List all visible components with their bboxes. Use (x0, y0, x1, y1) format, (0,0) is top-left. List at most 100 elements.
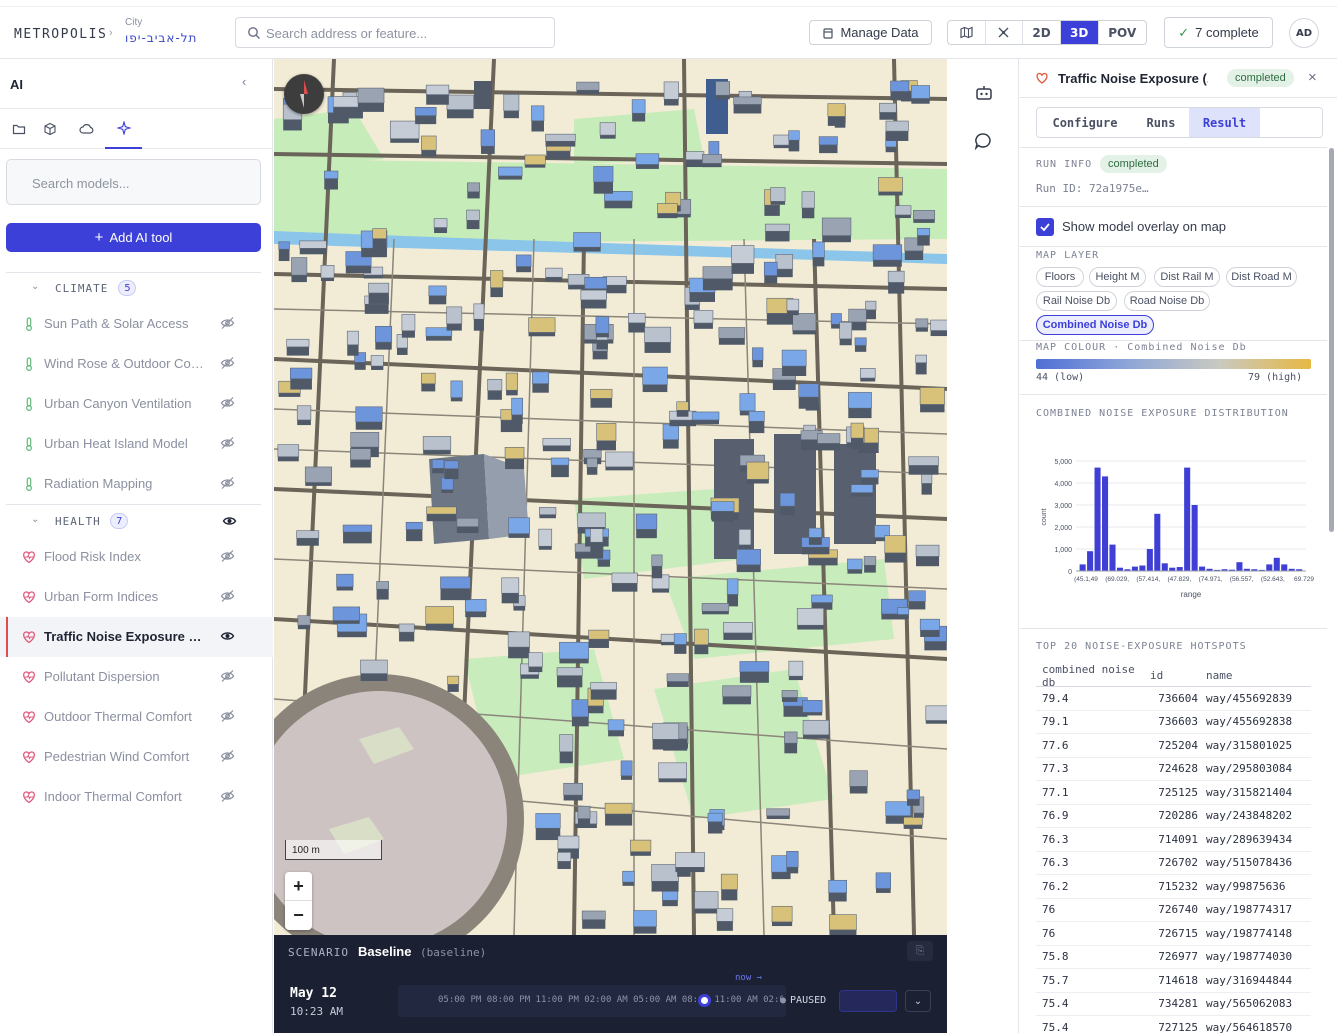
view-map-button[interactable] (948, 21, 986, 44)
histogram-bar[interactable] (1176, 567, 1183, 571)
table-row[interactable]: 79.4 736604 way/455692839 (1036, 687, 1311, 711)
histogram-bar[interactable] (1184, 467, 1191, 571)
zoom-in-button[interactable]: + (285, 872, 312, 901)
time-slider-handle[interactable] (698, 994, 711, 1007)
view-satellite-button[interactable] (986, 21, 1024, 44)
histogram-bar[interactable] (1281, 564, 1288, 571)
visibility-toggle[interactable] (220, 709, 235, 728)
chat-bubble-icon[interactable] (974, 132, 992, 150)
histogram-bar[interactable] (1273, 557, 1280, 571)
collapse-panel-chevron-icon[interactable]: ‹ (242, 74, 246, 89)
add-ai-tool-button[interactable]: + Add AI tool (6, 223, 261, 252)
histogram-bar[interactable] (1266, 564, 1273, 571)
group-header-health[interactable]: ⌄ HEALTH 7 (0, 510, 273, 534)
visibility-toggle[interactable] (220, 669, 235, 688)
compass-button[interactable] (284, 74, 324, 114)
layer-chip[interactable]: Dist Rail M (1154, 267, 1220, 287)
layer-chip[interactable]: Dist Road M (1226, 267, 1297, 287)
robot-icon[interactable] (975, 85, 993, 101)
city-selector[interactable]: תל-אביב-יפו (125, 31, 197, 45)
histogram-bar[interactable] (1199, 566, 1206, 571)
table-row[interactable]: 76 726740 way/198774317 (1036, 899, 1311, 922)
chevron-down-icon[interactable]: ⌄ (905, 990, 931, 1012)
histogram-bar[interactable] (1079, 564, 1086, 571)
column-header[interactable]: combined noise db (1036, 663, 1146, 689)
model-item[interactable]: Sun Path & Solar Access (0, 304, 273, 344)
table-row[interactable]: 79.1 736603 way/455692838 (1036, 711, 1311, 734)
model-item[interactable]: Pollutant Dispersion (0, 657, 273, 697)
model-item[interactable]: Indoor Thermal Comfort (0, 777, 273, 817)
visibility-toggle[interactable] (220, 589, 235, 608)
table-row[interactable]: 77.3 724628 way/295803084 (1036, 758, 1311, 781)
tab-ai-tools[interactable] (105, 109, 142, 149)
table-row[interactable]: 76.3 726702 way/515078436 (1036, 852, 1311, 875)
tab-configure[interactable]: Configure (1037, 108, 1133, 137)
histogram-bar[interactable] (1139, 565, 1146, 572)
time-slider[interactable]: 05:00 PM 08:00 PM 11:00 PM 02:00 AM 05:0… (398, 985, 786, 1017)
model-item[interactable]: Urban Form Indices (0, 577, 273, 617)
scenario-name[interactable]: Baseline (358, 944, 411, 959)
view-2d-button[interactable]: 2D (1023, 21, 1061, 44)
layer-chip[interactable]: Height M (1089, 267, 1146, 287)
visibility-toggle[interactable] (220, 476, 235, 495)
tab-result[interactable]: Result (1189, 108, 1260, 137)
table-row[interactable]: 75.7 714618 way/316944844 (1036, 969, 1311, 993)
visibility-toggle[interactable] (220, 629, 235, 648)
histogram-bar[interactable] (1236, 562, 1243, 571)
column-header[interactable]: name (1206, 669, 1311, 682)
overlay-label[interactable]: Show model overlay on map (1062, 219, 1226, 234)
close-icon[interactable]: × (1308, 69, 1317, 86)
tab-cloud[interactable] (68, 109, 105, 149)
model-item[interactable]: Urban Canyon Ventilation (0, 384, 273, 424)
view-3d-button[interactable]: 3D (1060, 21, 1099, 44)
model-item[interactable]: Traffic Noise Exposure Model (0, 617, 273, 657)
table-row[interactable]: 75.8 726977 way/198774030 (1036, 946, 1311, 969)
table-row[interactable]: 77.1 725125 way/315821404 (1036, 781, 1311, 805)
manage-data-button[interactable]: Manage Data (809, 20, 932, 45)
jobs-complete-button[interactable]: ✓ 7 complete (1164, 17, 1273, 48)
search-input[interactable] (266, 23, 546, 43)
layer-chip[interactable]: Rail Noise Db (1036, 291, 1117, 311)
overlay-checkbox[interactable] (1036, 218, 1054, 236)
table-row[interactable]: 77.6 725204 way/315801025 (1036, 734, 1311, 758)
link-icon[interactable]: ⎘ (907, 941, 933, 961)
model-item[interactable]: Outdoor Thermal Comfort (0, 697, 273, 737)
zoom-out-button[interactable]: − (285, 901, 312, 930)
model-item[interactable]: Flood Risk Index (0, 537, 273, 577)
play-button[interactable] (839, 990, 897, 1012)
group-visibility-toggle[interactable] (222, 514, 237, 533)
histogram-bar[interactable] (1102, 476, 1109, 571)
tab-cube[interactable] (31, 109, 68, 149)
visibility-toggle[interactable] (220, 789, 235, 808)
layer-chip[interactable]: Road Noise Db (1124, 291, 1210, 311)
chevron-down-icon[interactable]: ⌄ (31, 281, 39, 292)
visibility-toggle[interactable] (220, 549, 235, 568)
now-marker[interactable]: now → (735, 973, 762, 983)
histogram-bar[interactable] (1191, 505, 1198, 571)
panel-scrollbar[interactable] (1329, 148, 1334, 532)
histogram-bar[interactable] (1161, 563, 1168, 571)
visibility-toggle[interactable] (220, 396, 235, 415)
table-row[interactable]: 76.2 715232 way/99875636 (1036, 875, 1311, 899)
model-item[interactable]: Pedestrian Wind Comfort (0, 737, 273, 777)
table-row[interactable]: 75.4 734281 way/565062083 (1036, 993, 1311, 1016)
chevron-down-icon[interactable]: ⌄ (31, 514, 39, 525)
table-row[interactable]: 76 726715 way/198774148 (1036, 922, 1311, 946)
tab-runs[interactable]: Runs (1133, 108, 1189, 137)
table-row[interactable]: 75.4 727125 way/564618570 (1036, 1016, 1311, 1033)
table-row[interactable]: 76.9 720286 way/243848202 (1036, 805, 1311, 828)
user-avatar[interactable]: AD (1289, 18, 1319, 48)
model-item[interactable]: Wind Rose & Outdoor Comfort (0, 344, 273, 384)
visibility-toggle[interactable] (220, 749, 235, 768)
column-header[interactable]: id (1146, 669, 1206, 682)
group-header-climate[interactable]: ⌄ CLIMATE 5 (0, 277, 273, 301)
table-row[interactable]: 76.3 714091 way/289639434 (1036, 828, 1311, 852)
model-item[interactable]: Urban Heat Island Model (0, 424, 273, 464)
visibility-toggle[interactable] (220, 356, 235, 375)
layer-chip[interactable]: Floors (1036, 267, 1084, 287)
visibility-toggle[interactable] (220, 436, 235, 455)
histogram-bar[interactable] (1131, 566, 1138, 571)
brand-logo[interactable]: METROPOLIS (14, 27, 107, 42)
histogram-bar[interactable] (1109, 544, 1116, 571)
map-3d-view[interactable] (274, 59, 947, 935)
